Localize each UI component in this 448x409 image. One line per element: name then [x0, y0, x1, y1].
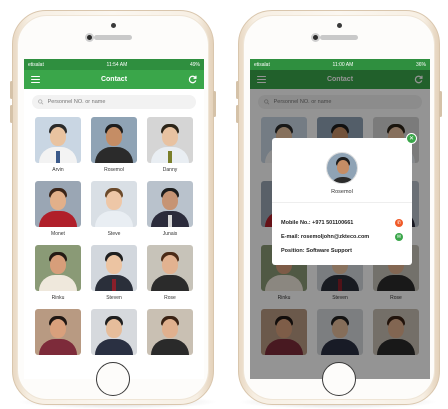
- avatar: [326, 152, 358, 184]
- phone-right: etisalat 11:00 AM 36% Contact ArvinRosem…: [236, 10, 442, 405]
- contact-name: Rose: [164, 295, 176, 301]
- search-bar[interactable]: [32, 95, 196, 109]
- contact-card[interactable]: Steven: [86, 245, 142, 301]
- email-value: rosemoljohn@zkteco.com: [300, 234, 370, 240]
- stage: etisalat 11:54 AM 49% Contact Arvin Rosem…: [0, 0, 448, 409]
- contact-photo: [35, 181, 81, 227]
- contact-photo: [147, 181, 193, 227]
- close-icon: ✕: [408, 135, 415, 142]
- volume-button: [10, 105, 13, 123]
- contact-photo: [147, 309, 193, 355]
- battery-label: 36%: [415, 61, 426, 68]
- contact-card[interactable]: Rosemol: [86, 117, 142, 173]
- battery-label: 49%: [189, 61, 200, 68]
- time-label: 11:00 AM: [332, 61, 354, 68]
- contact-name: Rosemol: [104, 167, 124, 173]
- contact-card[interactable]: [86, 309, 142, 365]
- phone-left: etisalat 11:54 AM 49% Contact Arvin Rosem…: [10, 10, 216, 405]
- position-label: Position:: [281, 248, 305, 254]
- contact-screen: etisalat 11:54 AM 49% Contact Arvin Rosem…: [24, 59, 204, 379]
- earpiece-speaker: [94, 35, 132, 40]
- page-title: Contact: [100, 76, 128, 83]
- status-bar: etisalat 11:54 AM 49%: [24, 59, 204, 70]
- menu-icon[interactable]: [31, 76, 40, 83]
- volume-button: [10, 81, 13, 99]
- contact-name: Rinku: [51, 295, 65, 301]
- home-button[interactable]: [322, 362, 356, 396]
- contact-card[interactable]: [30, 309, 86, 365]
- contact-card[interactable]: Rose: [142, 245, 198, 301]
- front-camera: [85, 33, 94, 42]
- refresh-icon[interactable]: [188, 75, 197, 84]
- volume-button: [236, 105, 239, 123]
- contact-name: Steven: [106, 295, 122, 301]
- power-button: [213, 91, 216, 117]
- front-camera: [311, 33, 320, 42]
- contact-name: Junais: [162, 231, 178, 237]
- contact-name: Arvin: [52, 167, 64, 173]
- contact-name: Rosemol: [331, 189, 353, 195]
- contact-detail-screen: etisalat 11:00 AM 36% Contact ArvinRosem…: [250, 59, 430, 379]
- contact-photo: [91, 309, 137, 355]
- contact-grid: Arvin Rosemol Danny Monet Steve Junais Rinku St…: [24, 115, 204, 365]
- status-bar: etisalat 11:00 AM 36%: [250, 59, 430, 70]
- contact-photo: [147, 245, 193, 291]
- power-button: [439, 91, 442, 117]
- divider: [272, 202, 412, 203]
- contact-photo: [91, 245, 137, 291]
- time-label: 11:54 AM: [106, 61, 128, 68]
- contact-name: Danny: [162, 167, 178, 173]
- message-icon[interactable]: ✉: [395, 233, 403, 241]
- volume-button: [236, 81, 239, 99]
- contact-card[interactable]: Junais: [142, 181, 198, 237]
- contact-card[interactable]: [142, 309, 198, 365]
- contact-photo: [35, 309, 81, 355]
- contact-photo: [91, 117, 137, 163]
- search-input[interactable]: [47, 99, 190, 105]
- position-value: Software Support: [306, 248, 352, 254]
- avatar-photo: [327, 153, 357, 183]
- mobile-row: Mobile No.: +971 501100661 ✆: [281, 218, 403, 228]
- proximity-sensor: [111, 23, 116, 28]
- proximity-sensor: [337, 23, 342, 28]
- contact-card[interactable]: Arvin: [30, 117, 86, 173]
- home-button[interactable]: [96, 362, 130, 396]
- position-row: Position: Software Support: [281, 246, 403, 256]
- carrier-label: etisalat: [254, 61, 270, 68]
- search-icon: [38, 99, 44, 105]
- contact-detail-popup: ✕ Rosemol Mobile No.: +971 501100661 ✆ E…: [272, 133, 417, 265]
- contact-photo: [147, 117, 193, 163]
- mobile-value: +971 501100661: [312, 220, 354, 226]
- contact-photo: [35, 245, 81, 291]
- call-icon[interactable]: ✆: [395, 219, 403, 227]
- contact-card[interactable]: Rinku: [30, 245, 86, 301]
- contact-card[interactable]: Monet: [30, 181, 86, 237]
- earpiece-speaker: [320, 35, 358, 40]
- contact-name: Monet: [51, 231, 65, 237]
- app-bar: Contact: [24, 70, 204, 89]
- contact-photo: [91, 181, 137, 227]
- contact-photo: [35, 117, 81, 163]
- contact-name: Steve: [107, 231, 121, 237]
- email-row: E-mail: rosemoljohn@zkteco.com ✉: [281, 232, 403, 242]
- contact-card[interactable]: Danny: [142, 117, 198, 173]
- mobile-label: Mobile No.:: [281, 220, 311, 226]
- close-button[interactable]: ✕: [406, 133, 417, 144]
- contact-card[interactable]: Steve: [86, 181, 142, 237]
- carrier-label: etisalat: [28, 61, 44, 68]
- email-label: E-mail:: [281, 234, 300, 240]
